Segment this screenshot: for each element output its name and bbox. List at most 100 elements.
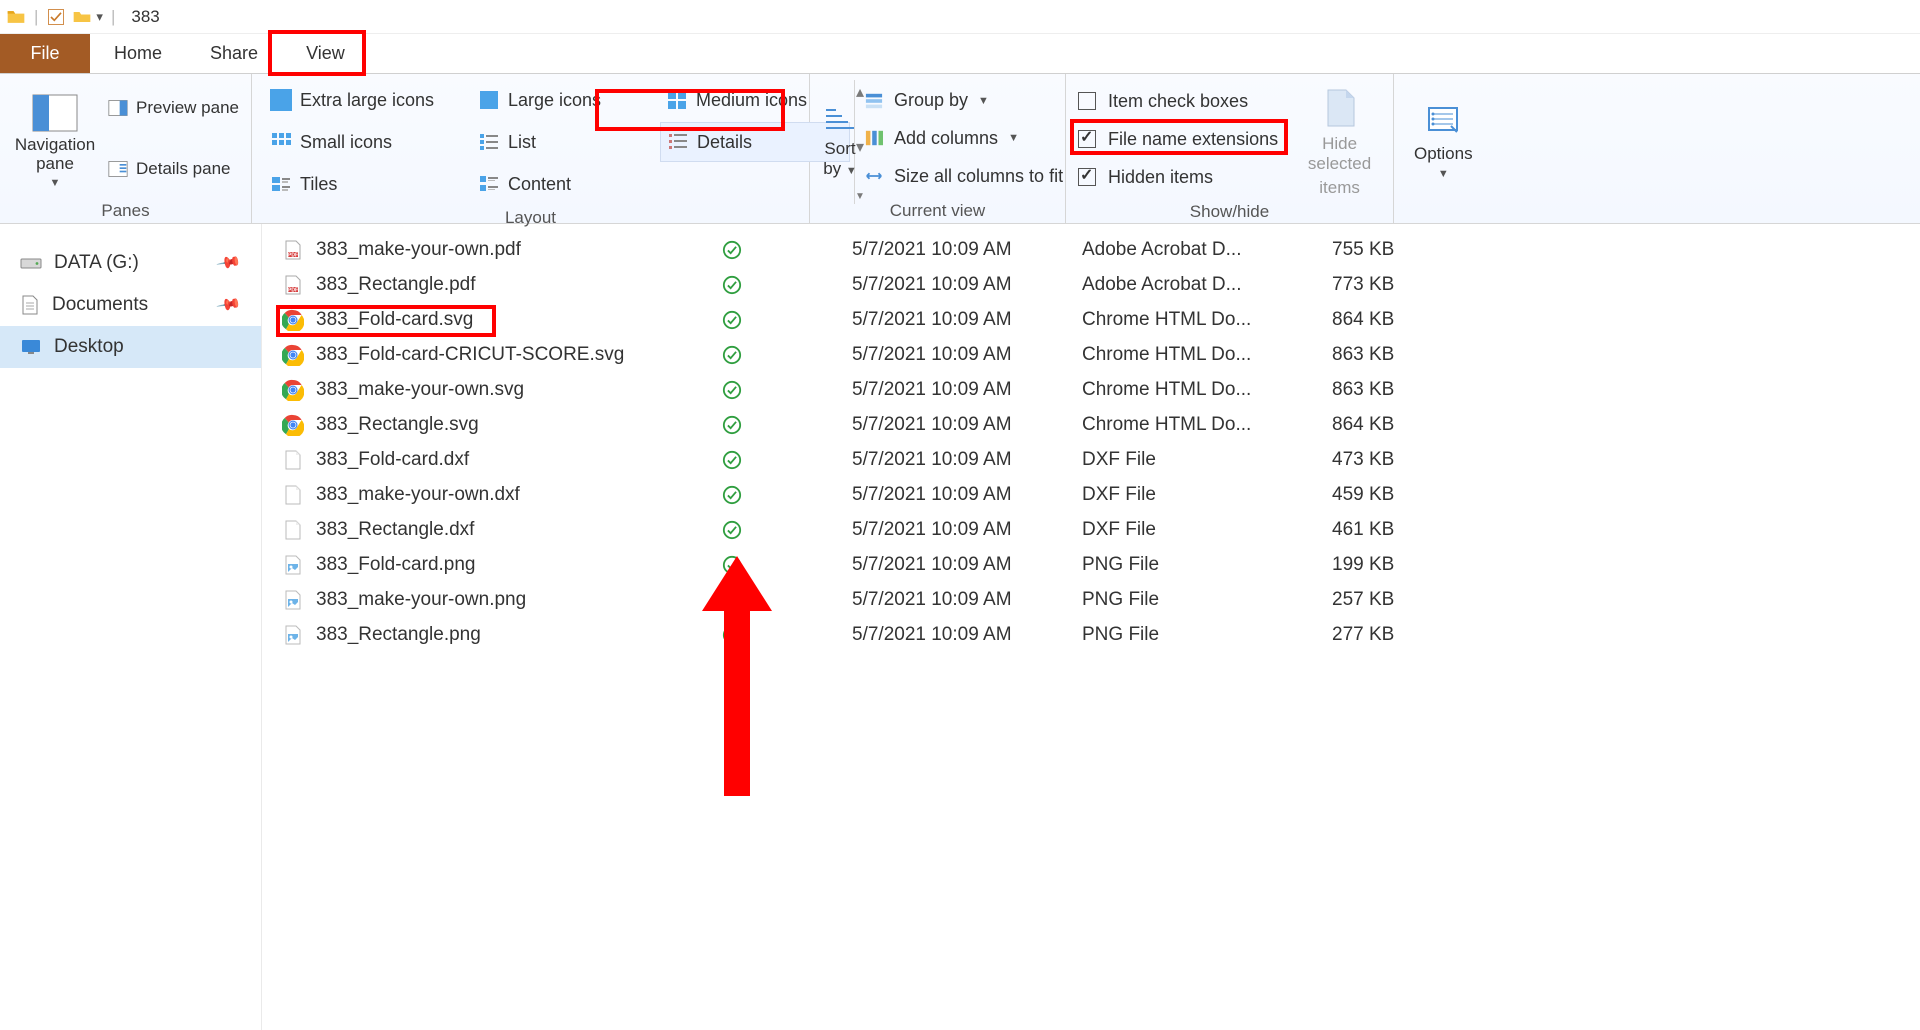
file-name: 383_make-your-own.png — [316, 589, 526, 611]
qat-dropdown-icon[interactable]: ▾ — [96, 9, 103, 25]
file-row[interactable]: 383_Fold-card.png5/7/2021 10:09 AMPNG Fi… — [282, 547, 1910, 582]
file-size: 257 KB — [1332, 589, 1452, 611]
sidebar-item-desktop[interactable]: Desktop — [0, 326, 261, 368]
file-row[interactable]: 383_make-your-own.png5/7/2021 10:09 AMPN… — [282, 582, 1910, 617]
group-label-show-hide: Show/hide — [1078, 198, 1381, 222]
file-size: 199 KB — [1332, 554, 1452, 576]
sync-status-icon — [722, 345, 852, 365]
group-show-hide: Item check boxes File name extensions Hi… — [1066, 74, 1394, 223]
pin-icon: 📌 — [215, 291, 243, 319]
layout-list[interactable]: List — [472, 122, 652, 162]
sidebar-item-documents[interactable]: Documents 📌 — [0, 284, 261, 326]
options-button[interactable]: Options ▼ — [1406, 80, 1481, 197]
group-options: Options ▼ — [1394, 74, 1920, 223]
file-type: DXF File — [1082, 519, 1332, 541]
pin-icon: 📌 — [215, 249, 243, 277]
file-date: 5/7/2021 10:09 AM — [852, 519, 1082, 541]
file-row[interactable]: 383_Fold-card-CRICUT-SCORE.svg5/7/2021 1… — [282, 337, 1910, 372]
group-label-panes: Panes — [12, 197, 239, 221]
layout-tiles[interactable]: Tiles — [264, 164, 464, 204]
file-type: DXF File — [1082, 449, 1332, 471]
sort-by-button[interactable]: Sort by ▼ — [822, 80, 858, 197]
file-type-icon — [282, 484, 304, 506]
file-name: 383_Fold-card.svg — [316, 309, 473, 331]
file-date: 5/7/2021 10:09 AM — [852, 484, 1082, 506]
file-date: 5/7/2021 10:09 AM — [852, 554, 1082, 576]
navigation-sidebar: DATA (G:) 📌 Documents 📌 Desktop — [0, 224, 262, 1030]
title-bar: | ▾ | 383 — [0, 0, 1920, 34]
tab-home[interactable]: Home — [90, 34, 186, 73]
file-row[interactable]: 383_Fold-card.dxf 5/7/2021 10:09 AMDXF Fi… — [282, 442, 1910, 477]
group-panes: Navigation pane ▼ Preview pane Details p… — [0, 74, 252, 223]
desktop-icon — [20, 338, 42, 356]
details-pane-button[interactable]: Details pane — [108, 159, 239, 179]
file-name: 383_Fold-card.dxf — [316, 449, 469, 471]
file-size: 461 KB — [1332, 519, 1452, 541]
file-type-icon — [282, 554, 304, 576]
layout-large-icons[interactable]: Large icons — [472, 80, 652, 120]
file-list[interactable]: 383_make-your-own.pdf5/7/2021 10:09 AMAd… — [262, 224, 1920, 1030]
file-row[interactable]: 383_Rectangle.svg5/7/2021 10:09 AMChrome… — [282, 407, 1910, 442]
sync-status-icon — [722, 555, 852, 575]
item-check-boxes-toggle[interactable]: Item check boxes — [1078, 91, 1278, 112]
tab-view[interactable]: View — [282, 34, 369, 73]
file-row[interactable]: 383_Rectangle.png5/7/2021 10:09 AMPNG Fi… — [282, 617, 1910, 652]
file-date: 5/7/2021 10:09 AM — [852, 274, 1082, 296]
sidebar-item-label: Desktop — [54, 336, 124, 358]
file-type-icon — [282, 519, 304, 541]
sync-status-icon — [722, 520, 852, 540]
sync-status-icon — [722, 450, 852, 470]
file-date: 5/7/2021 10:09 AM — [852, 239, 1082, 261]
divider: | — [32, 7, 40, 27]
folder-small-icon[interactable] — [72, 7, 92, 27]
file-type-icon — [282, 274, 304, 296]
file-size: 863 KB — [1332, 344, 1452, 366]
layout-small-icons[interactable]: Small icons — [264, 122, 464, 162]
file-name: 383_Rectangle.svg — [316, 414, 479, 436]
hide-selected-items-button[interactable]: Hide selected items — [1298, 80, 1381, 198]
layout-content[interactable]: Content — [472, 164, 652, 204]
tab-file[interactable]: File — [0, 34, 90, 73]
file-row[interactable]: 383_make-your-own.svg5/7/2021 10:09 AMCh… — [282, 372, 1910, 407]
file-type: PNG File — [1082, 554, 1332, 576]
file-type-icon — [282, 589, 304, 611]
navigation-pane-button[interactable]: Navigation pane ▼ — [12, 80, 98, 197]
add-columns-button[interactable]: Add columns ▼ — [864, 128, 1063, 149]
file-type-icon — [282, 414, 304, 436]
sync-status-icon — [722, 240, 852, 260]
sync-status-icon — [722, 380, 852, 400]
ribbon-tabs: File Home Share View — [0, 34, 1920, 74]
group-layout: Extra large icons Large icons Medium ico… — [252, 74, 810, 223]
checkbox-icon[interactable] — [46, 7, 66, 27]
file-date: 5/7/2021 10:09 AM — [852, 449, 1082, 471]
file-row[interactable]: 383_make-your-own.pdf5/7/2021 10:09 AMAd… — [282, 232, 1910, 267]
file-size: 864 KB — [1332, 414, 1452, 436]
file-row[interactable]: 383_Rectangle.pdf5/7/2021 10:09 AMAdobe … — [282, 267, 1910, 302]
file-size: 773 KB — [1332, 274, 1452, 296]
content-area: DATA (G:) 📌 Documents 📌 Desktop 383_make… — [0, 224, 1920, 1030]
divider: | — [109, 7, 117, 27]
sync-status-icon — [722, 590, 852, 610]
sync-status-icon — [722, 625, 852, 645]
file-row[interactable]: 383_Rectangle.dxf5/7/2021 10:09 AMDXF Fi… — [282, 512, 1910, 547]
layout-xl-icons[interactable]: Extra large icons — [264, 80, 464, 120]
file-name-extensions-toggle[interactable]: File name extensions — [1078, 129, 1278, 150]
file-date: 5/7/2021 10:09 AM — [852, 309, 1082, 331]
sidebar-item-data-g[interactable]: DATA (G:) 📌 — [0, 242, 261, 284]
sidebar-item-label: Documents — [52, 294, 148, 316]
file-row[interactable]: 383_make-your-own.dxf5/7/2021 10:09 AMDX… — [282, 477, 1910, 512]
hidden-items-toggle[interactable]: Hidden items — [1078, 167, 1278, 188]
file-type-icon — [282, 449, 304, 471]
file-row[interactable]: 383_Fold-card.svg 5/7/2021 10:09 AMChrome… — [282, 302, 1910, 337]
drive-icon — [20, 254, 42, 272]
preview-pane-button[interactable]: Preview pane — [108, 98, 239, 118]
tab-share[interactable]: Share — [186, 34, 282, 73]
file-type-icon — [282, 344, 304, 366]
file-date: 5/7/2021 10:09 AM — [852, 344, 1082, 366]
group-by-button[interactable]: Group by ▼ — [864, 90, 1063, 111]
file-type: Chrome HTML Do... — [1082, 309, 1332, 331]
file-size: 755 KB — [1332, 239, 1452, 261]
file-type: Adobe Acrobat D... — [1082, 274, 1332, 296]
window-title: 383 — [123, 7, 159, 27]
size-all-columns-button[interactable]: Size all columns to fit — [864, 166, 1063, 187]
